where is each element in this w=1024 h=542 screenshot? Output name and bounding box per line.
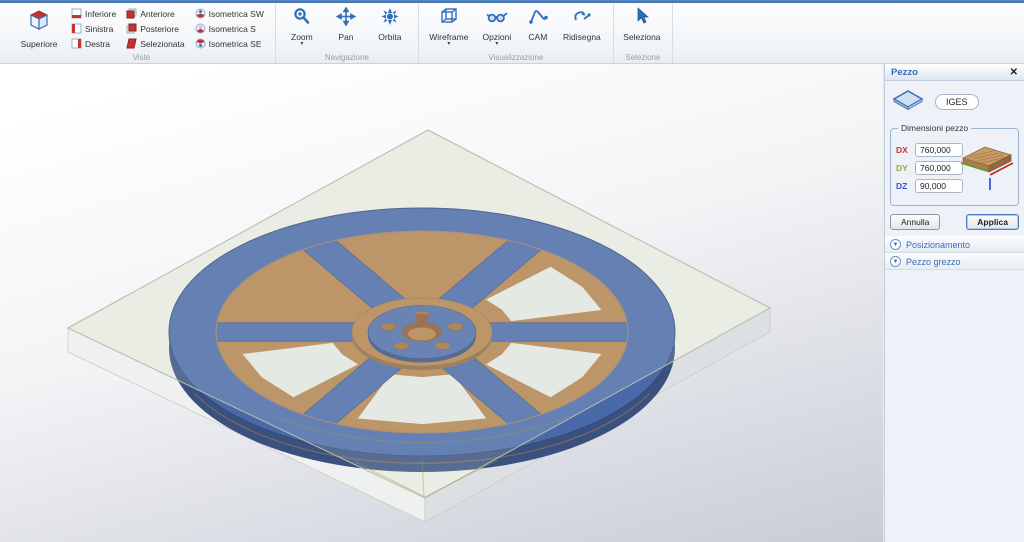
ridisegna-button[interactable]: Ridisegna <box>559 6 605 48</box>
view-inferiore-button[interactable]: Inferiore <box>68 7 119 21</box>
cam-button[interactable]: CAM <box>521 6 555 48</box>
pan-button[interactable]: Pan <box>326 6 366 48</box>
dx-label: DX <box>896 145 911 155</box>
button-label: Inferiore <box>85 9 116 19</box>
wireframe-dropdown-arrow[interactable]: ▾ <box>447 42 450 47</box>
ribbon-group-viste: Superiore Inferiore Sinistra Destra <box>8 4 276 63</box>
group-label-navigazione: Navigazione <box>276 53 418 62</box>
stock-preview-image <box>957 140 1015 201</box>
file-format-row: IGES <box>885 81 1024 120</box>
dz-input[interactable] <box>915 179 963 193</box>
cube-top-view-icon <box>26 8 52 37</box>
3d-viewport[interactable] <box>0 64 884 542</box>
chevron-down-icon: ▼ <box>890 239 901 250</box>
panel-buttons: Annulla Applica <box>885 210 1024 236</box>
dx-input[interactable] <box>915 143 963 157</box>
isometrica-sw-icon <box>195 8 206 21</box>
button-label: Isometrica SE <box>209 39 262 49</box>
group-label-selezione: Selezione <box>614 53 672 62</box>
view-selezionata-button[interactable]: Selezionata <box>123 37 187 51</box>
view-isometrica-s-button[interactable]: Isometrica S <box>192 22 267 36</box>
isometrica-s-icon <box>195 23 206 36</box>
group-label-visualizzazione: Visualizzazione <box>419 53 613 62</box>
dimensions-title: Dimensioni pezzo <box>898 123 971 133</box>
ribbon-group-navigazione: Zoom ▾ Pan <box>276 4 419 63</box>
orbita-button[interactable]: Orbita <box>370 6 410 48</box>
orbita-icon <box>380 7 400 31</box>
view-isometrica-se-button[interactable]: Isometrica SE <box>192 37 267 51</box>
part-plate-icon <box>891 88 925 115</box>
button-label: Anteriore <box>140 9 175 19</box>
opzioni-dropdown-arrow[interactable]: ▾ <box>495 42 498 47</box>
view-inferiore-icon <box>71 8 82 21</box>
button-label: Ridisegna <box>563 32 601 42</box>
ribbon-group-visualizzazione: Wireframe ▾ <box>419 4 614 63</box>
section-posizionamento[interactable]: ▼ Posizionamento <box>885 236 1024 253</box>
isometrica-se-icon <box>195 38 206 51</box>
select-cursor-icon <box>632 7 652 31</box>
pezzo-panel: Pezzo ✕ IGES Dimensioni pezzo DX DY <box>884 64 1024 542</box>
pan-icon <box>336 7 356 31</box>
view-superiore-button[interactable]: Superiore <box>14 6 64 51</box>
dz-label: DZ <box>896 181 911 191</box>
redraw-icon <box>572 7 592 31</box>
cam-toolpath-icon <box>528 7 548 31</box>
cad-application: Superiore Inferiore Sinistra Destra <box>0 0 1024 542</box>
view-destra-button[interactable]: Destra <box>68 37 119 51</box>
3d-scene <box>0 64 884 542</box>
panel-title: Pezzo <box>885 67 918 78</box>
seleziona-button[interactable]: Seleziona <box>620 6 664 48</box>
options-glasses-icon <box>486 7 508 31</box>
button-label: Sinistra <box>85 24 113 34</box>
opzioni-button[interactable]: Opzioni ▾ <box>477 6 517 48</box>
section-label: Pezzo grezzo <box>906 257 961 267</box>
view-anteriore-icon <box>126 8 137 21</box>
chevron-down-icon: ▼ <box>890 256 901 267</box>
button-label: Seleziona <box>623 32 660 42</box>
button-label: Orbita <box>378 32 401 42</box>
dy-label: DY <box>896 163 911 173</box>
view-sinistra-icon <box>71 23 82 36</box>
button-label: Selezionata <box>140 39 184 49</box>
wireframe-icon <box>439 7 459 31</box>
view-anteriore-button[interactable]: Anteriore <box>123 7 187 21</box>
zoom-icon <box>292 7 312 31</box>
view-selezionata-icon <box>126 38 137 51</box>
ribbon-toolbar: Superiore Inferiore Sinistra Destra <box>0 0 1024 64</box>
zoom-dropdown-arrow[interactable]: ▾ <box>300 42 303 47</box>
dy-input[interactable] <box>915 161 963 175</box>
button-label: Destra <box>85 39 110 49</box>
view-posteriore-icon <box>126 23 137 36</box>
button-label: Posteriore <box>140 24 179 34</box>
wireframe-button[interactable]: Wireframe ▾ <box>425 6 473 48</box>
view-sinistra-button[interactable]: Sinistra <box>68 22 119 36</box>
zoom-button[interactable]: Zoom ▾ <box>282 6 322 48</box>
view-destra-icon <box>71 38 82 51</box>
file-format-field[interactable]: IGES <box>935 94 979 110</box>
close-icon[interactable]: ✕ <box>1004 67 1024 78</box>
section-pezzo-grezzo[interactable]: ▼ Pezzo grezzo <box>885 253 1024 270</box>
view-superiore-label: Superiore <box>21 39 58 49</box>
section-label: Posizionamento <box>906 240 970 250</box>
ribbon-group-selezione: Seleziona Selezione <box>614 4 673 63</box>
annulla-button[interactable]: Annulla <box>890 214 940 230</box>
button-label: Isometrica S <box>209 24 256 34</box>
button-label: Isometrica SW <box>209 9 264 19</box>
dimensions-groupbox: Dimensioni pezzo DX DY DZ <box>890 128 1019 206</box>
group-label-viste: Viste <box>8 53 275 62</box>
button-label: Pan <box>338 32 353 42</box>
view-posteriore-button[interactable]: Posteriore <box>123 22 187 36</box>
button-label: CAM <box>528 32 547 42</box>
view-isometrica-sw-button[interactable]: Isometrica SW <box>192 7 267 21</box>
applica-button[interactable]: Applica <box>966 214 1019 230</box>
panel-header: Pezzo ✕ <box>885 64 1024 81</box>
